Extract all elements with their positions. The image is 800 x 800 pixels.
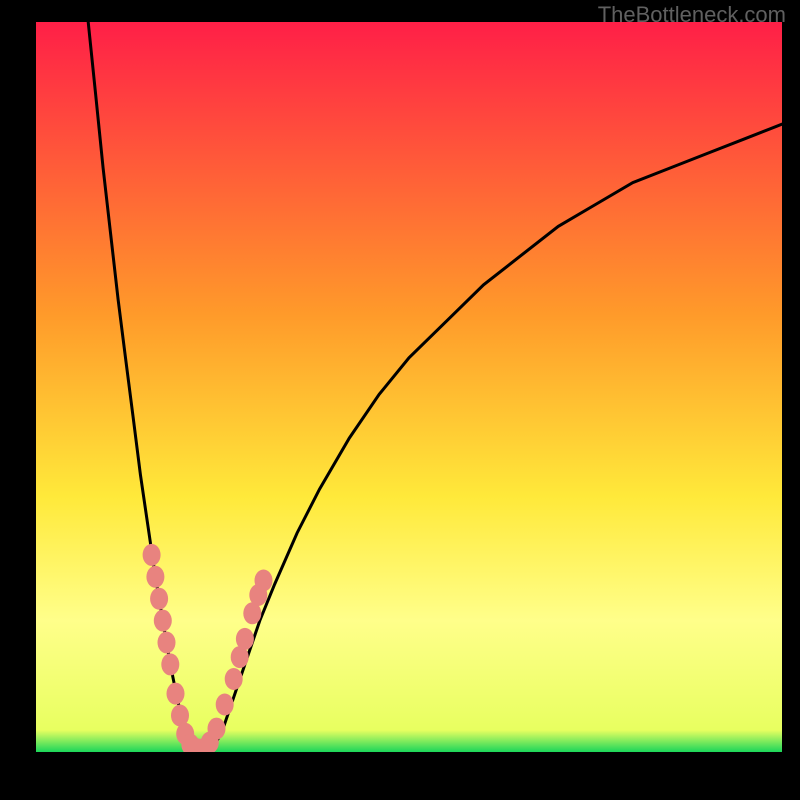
data-dot	[161, 653, 179, 675]
data-dot	[154, 610, 172, 632]
watermark-text: TheBottleneck.com	[598, 2, 786, 28]
data-dot	[167, 683, 185, 705]
data-dot	[255, 570, 273, 592]
chart-frame	[36, 22, 782, 784]
data-dot	[146, 566, 164, 588]
data-dot	[150, 588, 168, 610]
data-dot	[143, 544, 161, 566]
gradient-background	[36, 22, 782, 752]
data-dot	[208, 718, 226, 740]
data-dot	[216, 694, 234, 716]
data-dot	[225, 668, 243, 690]
data-dot	[158, 632, 176, 654]
bottleneck-plot	[36, 22, 782, 752]
data-dot	[236, 628, 254, 650]
